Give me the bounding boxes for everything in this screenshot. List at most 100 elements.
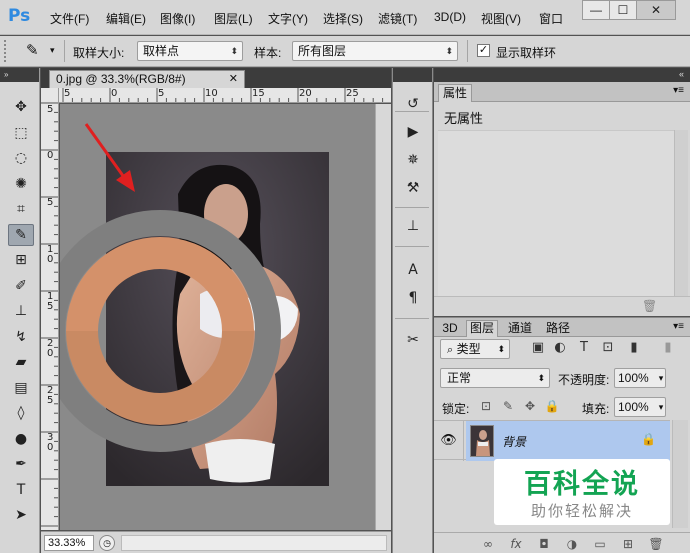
quick-select-tool-icon[interactable]: ✺ [8,173,34,195]
blur-tool-icon[interactable]: ◊ [8,402,34,424]
sample-size-select[interactable]: 取样点 ⬍ [137,41,243,61]
tab-paths[interactable]: 路径 [542,320,574,337]
maximize-button[interactable]: ☐ [609,0,637,20]
lock-position-icon[interactable]: ✥ [522,398,538,414]
type-tool-icon[interactable]: T [8,479,34,501]
select-arrow-icon: ⬍ [497,344,505,354]
filter-smart-object-icon[interactable]: ▮ [626,340,642,356]
eyedropper-preset-icon[interactable]: ✎ [26,41,39,59]
layer-row[interactable]: 👁 背景 🔒 [434,420,670,461]
lock-transparent-icon[interactable]: ⊡ [478,398,494,414]
document-tab-bar: 0.jpg @ 33.3%(RGB/8#) ✕ [41,68,391,88]
layer-name[interactable]: 背景 [502,433,526,450]
pen-tool-icon[interactable]: ✒ [8,453,34,475]
move-tool-icon[interactable]: ✥ [8,96,34,118]
crop-tool-icon[interactable]: ⌗ [8,198,34,220]
minimize-button[interactable]: — [582,0,610,20]
clone-stamp-tool-icon[interactable]: ⊥ [8,300,34,322]
photo-underwear [205,439,275,483]
lock-image-icon[interactable]: ✎ [500,398,516,414]
layer-filter-select[interactable]: ⌕ 类型 ⬍ [440,339,510,359]
adjustment-layer-icon[interactable]: ◑ [564,536,580,552]
menu-view[interactable]: 视图(V) [481,10,521,27]
ruler-label: 0 [111,88,118,99]
menu-3d[interactable]: 3D(D) [434,10,466,24]
preset-dropdown-arrow-icon[interactable]: ▾ [50,45,55,56]
lasso-tool-icon[interactable]: ◌ [8,147,34,169]
show-sample-ring-checkbox[interactable]: ✓ [477,44,490,57]
healing-brush-tool-icon[interactable]: ⊞ [8,249,34,271]
tab-channels[interactable]: 通道 [504,320,536,337]
panel-menu-icon[interactable]: ▾≡ [673,321,684,332]
tab-3d[interactable]: 3D [438,320,462,337]
tab-properties[interactable]: 属性 [438,84,472,102]
horizontal-scrollbar[interactable] [121,535,387,551]
fill-slider-icon[interactable]: ▾ [654,399,668,415]
filter-adjustment-icon[interactable]: ◐ [552,340,568,356]
paragraph-panel-icon[interactable]: ¶ [404,289,422,307]
brush-tool-icon[interactable]: ✐ [8,275,34,297]
dodge-tool-icon[interactable]: ● [8,428,34,450]
add-mask-icon[interactable]: ◘ [536,536,552,552]
menu-layer[interactable]: 图层(L) [214,10,253,27]
actions-panel-icon[interactable]: ▶ [404,123,422,141]
filter-pixel-icon[interactable]: ▣ [530,340,546,356]
eraser-tool-icon[interactable]: ▰ [8,351,34,373]
vertical-ruler[interactable]: 5 0 5 1 0 1 5 2 0 2 5 3 0 [41,103,59,530]
brush-presets-panel-icon[interactable]: ✵ [404,151,422,169]
ruler-origin[interactable] [41,88,59,103]
clone-source-panel-icon[interactable]: ⊥ [404,217,422,235]
adjust-panel-icon[interactable]: ✂ [404,331,422,349]
delete-layer-icon[interactable]: 🗑 [648,536,664,552]
tab-layers[interactable]: 图层 [466,320,498,337]
dock-collapse-bar[interactable] [393,68,432,82]
document-tab[interactable]: 0.jpg @ 33.3%(RGB/8#) ✕ [49,70,245,88]
menu-select[interactable]: 选择(S) [323,10,363,27]
marquee-tool-icon[interactable]: ⬚ [8,122,34,144]
photoshop-logo: Ps [8,6,31,26]
properties-panel-header[interactable]: « [434,68,690,82]
zoom-field[interactable]: 33.33% [44,535,94,551]
eyedropper-tool-icon[interactable]: ✎ [8,223,34,246]
filter-shape-icon[interactable]: ⊡ [600,340,616,356]
layer-visibility-icon[interactable]: 👁 [434,421,464,461]
path-select-tool-icon[interactable]: ➤ [8,504,34,526]
history-brush-tool-icon[interactable]: ↯ [8,326,34,348]
watermark-subtitle: 助你轻松解决 [530,503,633,520]
toolbox-collapse-icon[interactable]: » [0,68,39,82]
close-button[interactable]: ✕ [636,0,676,20]
lock-all-icon[interactable]: 🔒 [544,398,560,414]
sample-select[interactable]: 所有图层 ⬍ [292,41,458,61]
ruler-label: 5 [158,88,165,99]
document-canvas[interactable] [60,104,375,530]
trash-icon[interactable]: 🗑 [642,299,657,313]
status-bar: 33.33% ◷ [41,531,391,553]
menu-image[interactable]: 图像(I) [160,10,195,27]
link-layers-icon[interactable]: ∞ [480,536,496,552]
character-panel-icon[interactable]: A [404,261,422,279]
menu-file[interactable]: 文件(F) [50,10,89,27]
close-document-icon[interactable]: ✕ [229,71,238,87]
menu-edit[interactable]: 编辑(E) [106,10,146,27]
filter-type-icon[interactable]: T [576,340,592,356]
dock-separator [395,207,429,208]
blend-mode-select[interactable]: 正常 ⬍ [440,368,550,388]
properties-scrollbar[interactable] [674,130,688,296]
menu-filter[interactable]: 滤镜(T) [378,10,417,27]
horizontal-ruler[interactable]: 5 0 5 10 15 20 25 [59,88,391,103]
menu-window[interactable]: 窗口 [539,10,563,27]
tool-presets-panel-icon[interactable]: ⚒ [404,179,422,197]
layer-style-icon[interactable]: fx [508,536,524,552]
layer-row-selected[interactable]: 背景 🔒 [466,421,670,461]
collapse-icon[interactable]: « [679,69,684,79]
opacity-slider-icon[interactable]: ▾ [654,370,668,386]
menu-type[interactable]: 文字(Y) [268,10,308,27]
new-group-icon[interactable]: ▭ [592,536,608,552]
filter-toggle-icon[interactable]: ▮ [660,340,676,356]
new-layer-icon[interactable]: ⊞ [620,536,636,552]
panel-menu-icon[interactable]: ▾≡ [673,85,684,96]
layers-scrollbar[interactable] [672,420,688,528]
status-info-icon[interactable]: ◷ [99,535,115,551]
vertical-scrollbar[interactable] [375,104,391,530]
gradient-tool-icon[interactable]: ▤ [8,377,34,399]
